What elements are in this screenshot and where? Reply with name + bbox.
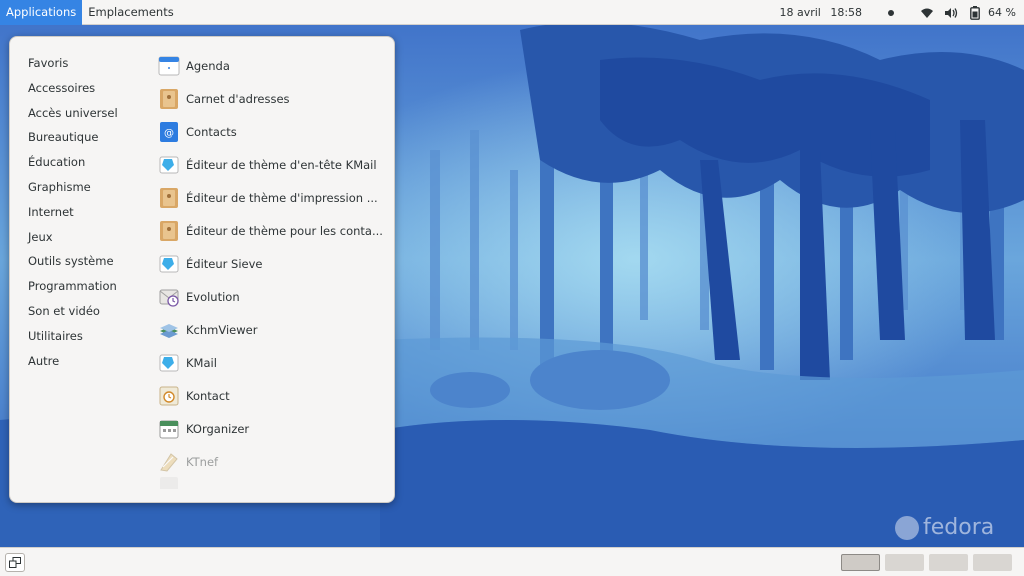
show-desktop-icon [9,557,21,568]
top-panel: Applications Emplacements 18 avril 18:58 [0,0,1024,25]
category-utilities[interactable]: Utilitaires [28,324,158,349]
app-item-address-book[interactable]: Carnet d'adresses [158,82,386,115]
app-list: Agenda Carnet d'adresses @ Contacts Édit… [158,49,386,489]
app-item-evolution[interactable]: Evolution [158,280,386,313]
ktnef-icon [158,451,180,473]
applications-menu: Favoris Accessoires Accès universel Bure… [9,36,395,503]
contact-theme-icon [158,220,180,242]
app-item-kontact[interactable]: Kontact [158,379,386,412]
app-label: KTnef [186,454,219,469]
bottom-panel [0,547,1024,576]
category-system-tools[interactable]: Outils système [28,249,158,274]
category-education[interactable]: Éducation [28,150,158,175]
kmail-icon [158,352,180,374]
category-universal-access[interactable]: Accès universel [28,101,158,126]
category-internet[interactable]: Internet [28,200,158,225]
category-games[interactable]: Jeux [28,225,158,250]
workspace-1[interactable] [841,554,880,571]
evolution-icon [158,286,180,308]
clock-date: 18 avril [779,6,821,19]
kchmviewer-icon [158,319,180,341]
fedora-wordmark: fedora [923,515,995,540]
volume-icon[interactable] [942,4,960,22]
print-theme-icon [158,187,180,209]
app-label: Agenda [186,58,230,73]
battery-icon[interactable] [966,4,984,22]
app-item-ktnef[interactable]: KTnef [158,445,386,478]
app-item-kchmviewer[interactable]: KchmViewer [158,313,386,346]
calendar-icon [158,55,180,77]
app-label: Éditeur de thème pour les conta... [186,223,383,238]
svg-text:@: @ [164,128,174,139]
category-programming[interactable]: Programmation [28,274,158,299]
workspace-2[interactable] [885,554,924,571]
show-desktop-button[interactable] [5,553,25,572]
kmail-theme-icon [158,154,180,176]
app-item-agenda[interactable]: Agenda [158,49,386,82]
battery-percent: 64 % [988,6,1016,19]
app-label: Carnet d'adresses [186,91,290,106]
places-menu-button[interactable]: Emplacements [82,0,179,25]
workspace-3[interactable] [929,554,968,571]
category-favorites[interactable]: Favoris [28,51,158,76]
app-item-korganizer[interactable]: KOrganizer [158,412,386,445]
app-item-sieve-editor[interactable]: Éditeur Sieve [158,247,386,280]
app-item-kmail[interactable]: KMail [158,346,386,379]
notification-dot-icon[interactable] [882,4,900,22]
kontact-icon [158,385,180,407]
app-label: Evolution [186,289,240,304]
category-sound-video[interactable]: Son et vidéo [28,299,158,324]
app-label: Éditeur de thème d'impression ... [186,190,378,205]
contacts-icon: @ [158,121,180,143]
applications-menu-button[interactable]: Applications [0,0,83,25]
app-partial-icon [158,475,180,489]
address-book-icon [158,88,180,110]
category-accessories[interactable]: Accessoires [28,76,158,101]
app-item-print-theme-editor[interactable]: Éditeur de thème d'impression ... [158,181,386,214]
app-item-kmail-header-theme-editor[interactable]: Éditeur de thème d'en-tête KMail [158,148,386,181]
app-label: Kontact [186,388,230,403]
fedora-logo: fedora [895,515,994,540]
category-list: Favoris Accessoires Accès universel Bure… [28,51,158,373]
app-label: Contacts [186,124,237,139]
app-label: KchmViewer [186,322,258,337]
workspace-4[interactable] [973,554,1012,571]
app-item-partial [158,475,386,489]
category-graphics[interactable]: Graphisme [28,175,158,200]
wifi-icon[interactable] [918,4,936,22]
app-label: KMail [186,355,217,370]
app-label: Éditeur de thème d'en-tête KMail [186,157,377,172]
app-label: Éditeur Sieve [186,256,263,271]
clock[interactable]: 18 avril 18:58 [779,6,862,19]
sieve-editor-icon [158,253,180,275]
fedora-logo-icon [895,515,919,540]
category-office[interactable]: Bureautique [28,125,158,150]
clock-time: 18:58 [830,6,863,19]
korganizer-icon [158,418,180,440]
system-tray: 18 avril 18:58 64 % [779,0,1016,25]
category-other[interactable]: Autre [28,349,158,374]
app-label: KOrganizer [186,421,250,436]
app-item-contact-theme-editor[interactable]: Éditeur de thème pour les conta... [158,214,386,247]
app-item-contacts[interactable]: @ Contacts [158,115,386,148]
